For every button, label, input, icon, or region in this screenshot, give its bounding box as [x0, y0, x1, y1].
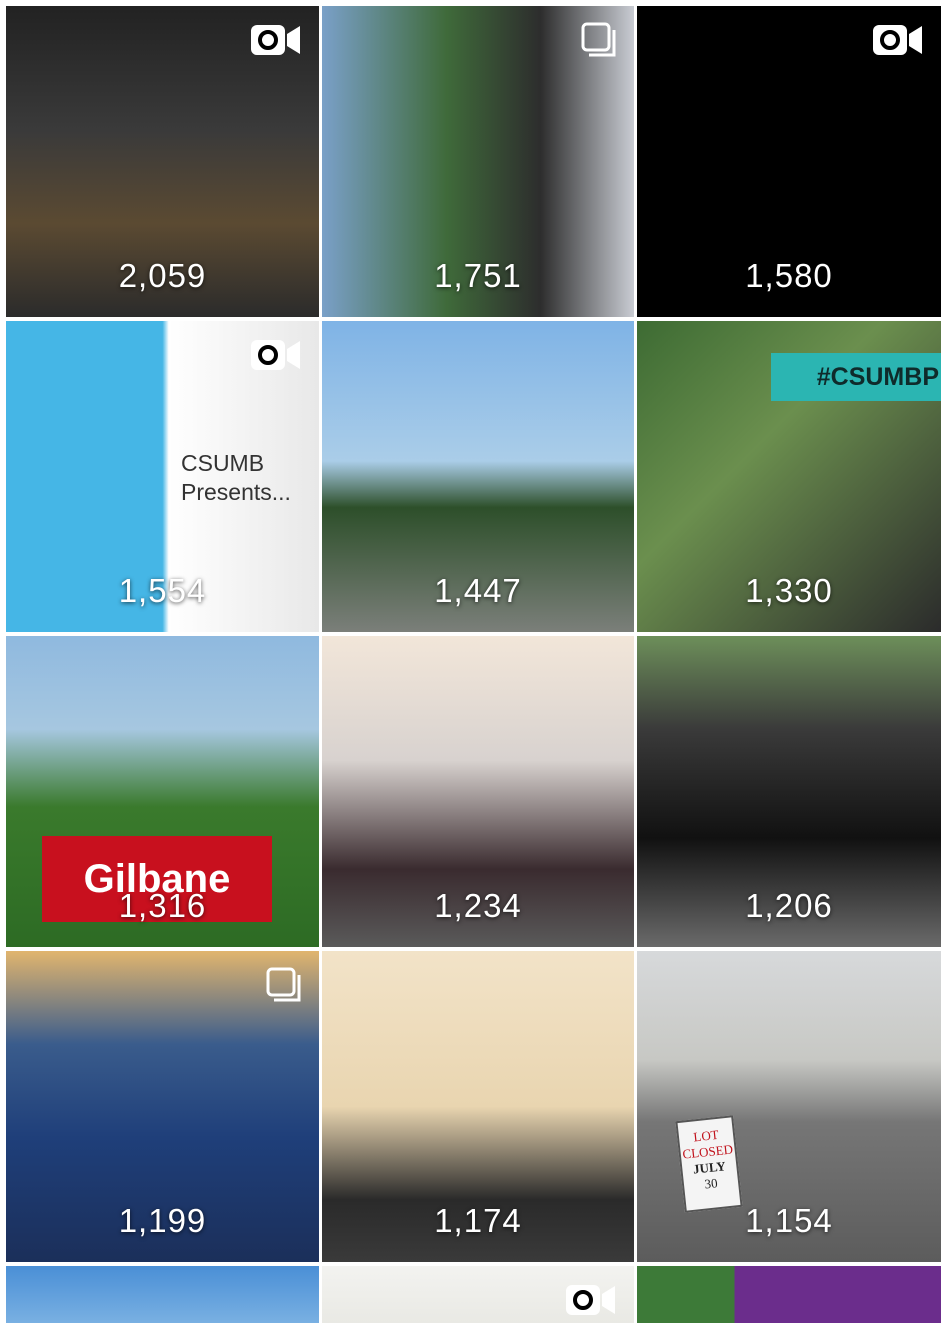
video-icon	[250, 337, 302, 378]
photo-grid: 2,059 1,751 1,580 CSUMB Presents... 1,55…	[0, 0, 941, 1323]
grid-tile[interactable]	[322, 1266, 634, 1323]
grid-tile[interactable]: 1,580	[637, 6, 941, 317]
video-icon	[565, 1282, 617, 1323]
lot-closed-sign: LOT CLOSED JULY 30	[675, 1115, 743, 1213]
grid-tile[interactable]: 1,751	[322, 6, 634, 317]
grid-tile[interactable]: 1,174	[322, 951, 634, 1262]
view-count: 2,059	[118, 257, 207, 294]
grid-tile[interactable]: 1,154	[637, 951, 941, 1262]
view-count: 1,447	[434, 572, 522, 609]
multi-photo-icon	[266, 967, 302, 1008]
view-count: 1,234	[434, 887, 522, 924]
grid-tile[interactable]: 1,447	[322, 321, 634, 632]
view-count: 1,580	[745, 257, 833, 294]
view-count: 1,751	[434, 257, 522, 294]
video-icon	[872, 22, 924, 63]
view-count: 1,206	[745, 887, 833, 924]
grid-tile[interactable]: 1,206	[637, 636, 941, 947]
grid-tile[interactable]: CSUMB Presents... 1,554	[6, 321, 319, 632]
grid-tile[interactable]: Gilbane 1,316	[6, 636, 319, 947]
view-count: 1,199	[118, 1202, 207, 1239]
view-count: 1,174	[434, 1202, 522, 1239]
view-count: 1,330	[745, 572, 833, 609]
grid-tile[interactable]: 2,059	[6, 6, 319, 317]
hashtag-banner: #CSUMBP	[771, 353, 941, 401]
grid-tile[interactable]: 1,199	[6, 951, 319, 1262]
view-count: 1,154	[745, 1202, 833, 1239]
view-count: 1,316	[118, 887, 207, 924]
grid-tile[interactable]	[637, 1266, 941, 1323]
view-count: 1,554	[118, 572, 207, 609]
grid-tile[interactable]: 1,234	[322, 636, 634, 947]
video-title-text: CSUMB Presents...	[181, 449, 291, 507]
video-title-line: Presents...	[181, 479, 291, 505]
grid-tile[interactable]: #CSUMBP 1,330	[637, 321, 941, 632]
video-icon	[250, 22, 302, 63]
video-title-line: CSUMB	[181, 450, 265, 476]
multi-photo-icon	[581, 22, 617, 63]
grid-tile[interactable]	[6, 1266, 319, 1323]
